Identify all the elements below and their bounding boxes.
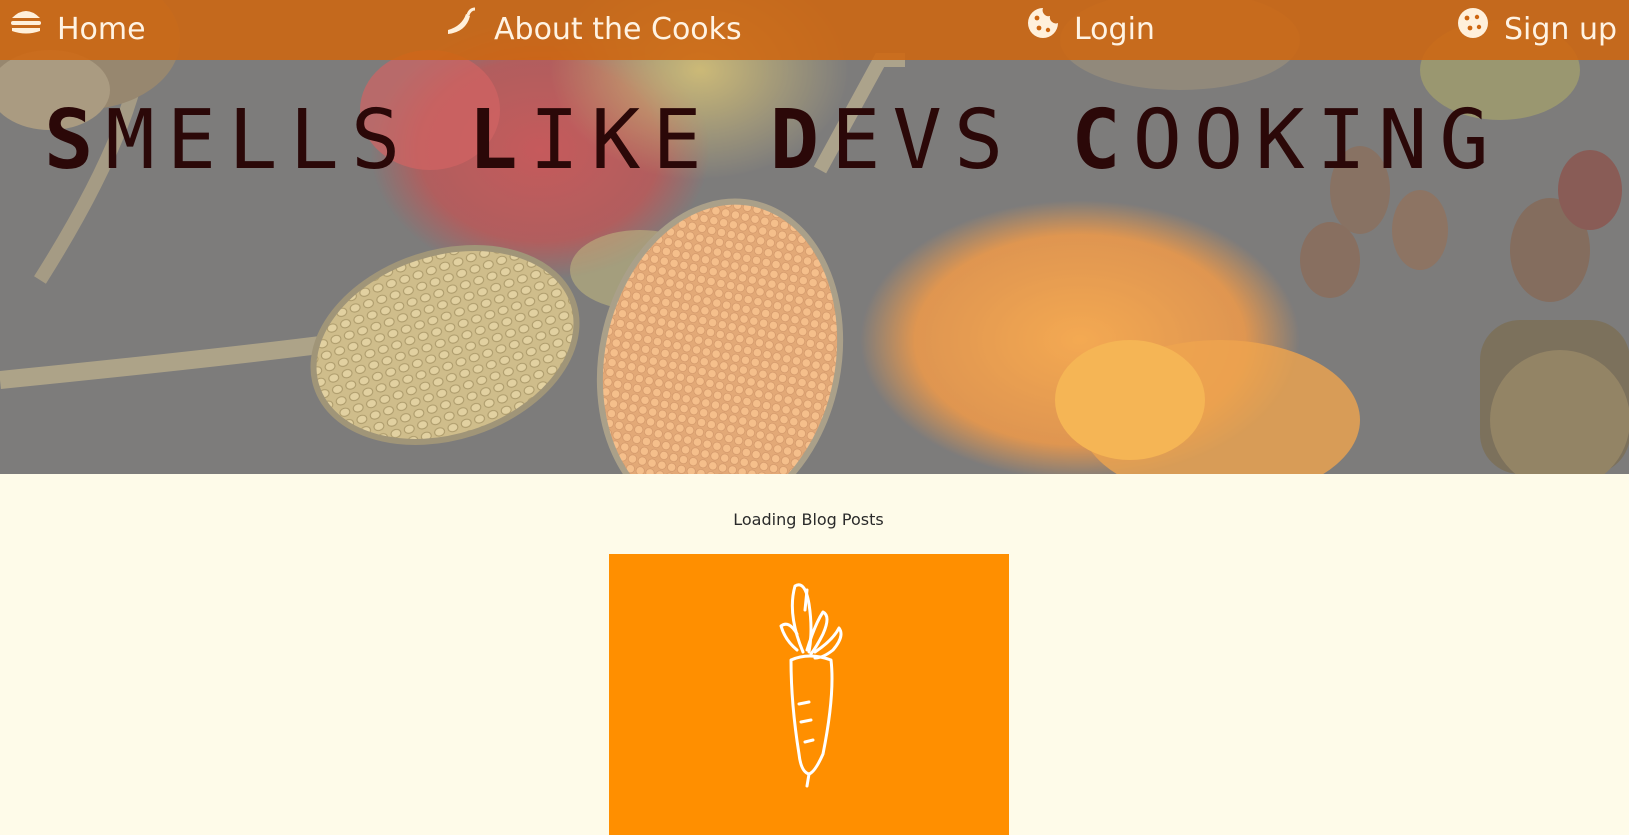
site-title: SMELLS LIKE DEVS COOKING — [44, 96, 1624, 186]
title-word: SMELLS — [44, 93, 413, 188]
loading-blog-posts-text: Loading Blog Posts — [733, 510, 884, 529]
cookie-icon — [1026, 6, 1060, 48]
burger-icon — [10, 6, 42, 44]
nav-login-label: Login — [1074, 12, 1155, 47]
nav-home-link[interactable]: Home — [0, 0, 160, 60]
top-navigation: Home About the Cooks Login Sign up — [0, 0, 1629, 60]
nav-about-label: About the Cooks — [494, 12, 742, 47]
title-word: DEVS — [769, 93, 1016, 188]
title-word: LIKE — [468, 93, 714, 188]
nav-signup-label: Sign up — [1504, 12, 1618, 47]
hero-banner: SMELLS LIKE DEVS COOKING — [0, 0, 1629, 474]
carrot-icon — [779, 583, 843, 788]
nav-login-link[interactable]: Login — [1020, 0, 1180, 60]
cookie-icon — [1456, 6, 1490, 48]
nav-signup-link[interactable]: Sign up — [1450, 0, 1629, 60]
chili-pepper-icon — [444, 6, 478, 46]
nav-about-link[interactable]: About the Cooks — [440, 0, 742, 60]
hero-overlay — [0, 0, 1629, 474]
title-word: COOKING — [1071, 93, 1501, 188]
blog-post-placeholder-card — [609, 554, 1009, 835]
nav-home-label: Home — [57, 12, 146, 47]
